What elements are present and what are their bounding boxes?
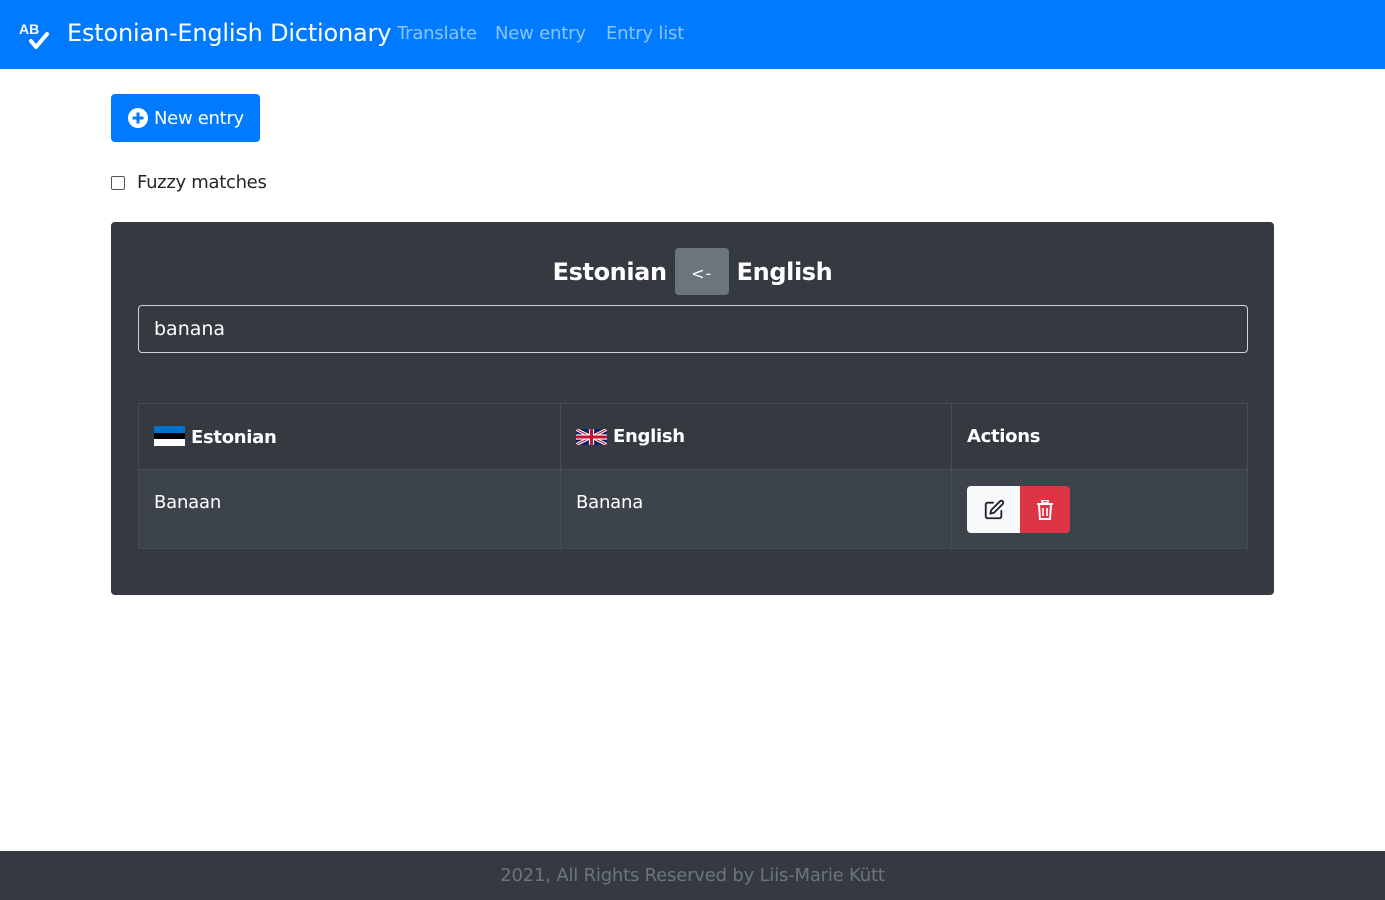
- delete-button[interactable]: [1020, 486, 1070, 533]
- translator-panel: Estonian <- English Estonian: [111, 222, 1274, 595]
- source-language: Estonian: [552, 257, 667, 286]
- edit-icon: [984, 499, 1004, 519]
- footer: 2021, All Rights Reserved by Liis-Marie …: [0, 851, 1385, 900]
- nav-link-new-entry[interactable]: New entry: [495, 23, 586, 44]
- search-input[interactable]: [138, 305, 1248, 353]
- header-english: English: [560, 403, 952, 470]
- nav-link-translate[interactable]: Translate: [397, 23, 477, 44]
- edit-button[interactable]: [967, 486, 1020, 533]
- cell-actions: [951, 469, 1248, 549]
- row-actions: [967, 486, 1232, 533]
- app-title[interactable]: Estonian-English Dictionary: [67, 19, 391, 47]
- new-entry-button[interactable]: New entry: [111, 94, 260, 142]
- fuzzy-matches-checkbox[interactable]: [111, 175, 125, 190]
- table-header-row: Estonian English Actions: [138, 403, 1248, 470]
- nav-link-entry-list[interactable]: Entry list: [606, 23, 684, 44]
- estonia-flag-icon: [154, 425, 185, 446]
- table-row: Banaan Banana: [138, 469, 1248, 549]
- language-selector: Estonian <- English: [111, 248, 1274, 295]
- target-language: English: [736, 257, 833, 286]
- uk-flag-icon: [576, 429, 607, 445]
- svg-text:AB: AB: [19, 21, 39, 37]
- fuzzy-matches-label[interactable]: Fuzzy matches: [137, 172, 267, 193]
- trash-icon: [1037, 499, 1053, 520]
- plus-circle-icon: [128, 108, 148, 128]
- new-entry-button-label: New entry: [154, 107, 244, 129]
- header-english-label: English: [613, 426, 685, 447]
- cell-estonian: Banaan: [138, 469, 561, 549]
- header-actions: Actions: [951, 403, 1248, 470]
- footer-copyright: 2021, All Rights Reserved by Liis-Marie …: [500, 865, 885, 886]
- spellcheck-logo-icon[interactable]: AB: [18, 20, 50, 50]
- navbar: AB Estonian-English Dictionary Translate…: [0, 0, 1385, 69]
- fuzzy-matches-option: Fuzzy matches: [111, 172, 267, 193]
- cell-english: Banana: [560, 469, 952, 549]
- results-table: Estonian English Actions Banaan Banana: [138, 403, 1248, 549]
- header-estonian: Estonian: [138, 403, 561, 470]
- swap-direction-button[interactable]: <-: [674, 248, 729, 295]
- header-estonian-label: Estonian: [191, 426, 277, 448]
